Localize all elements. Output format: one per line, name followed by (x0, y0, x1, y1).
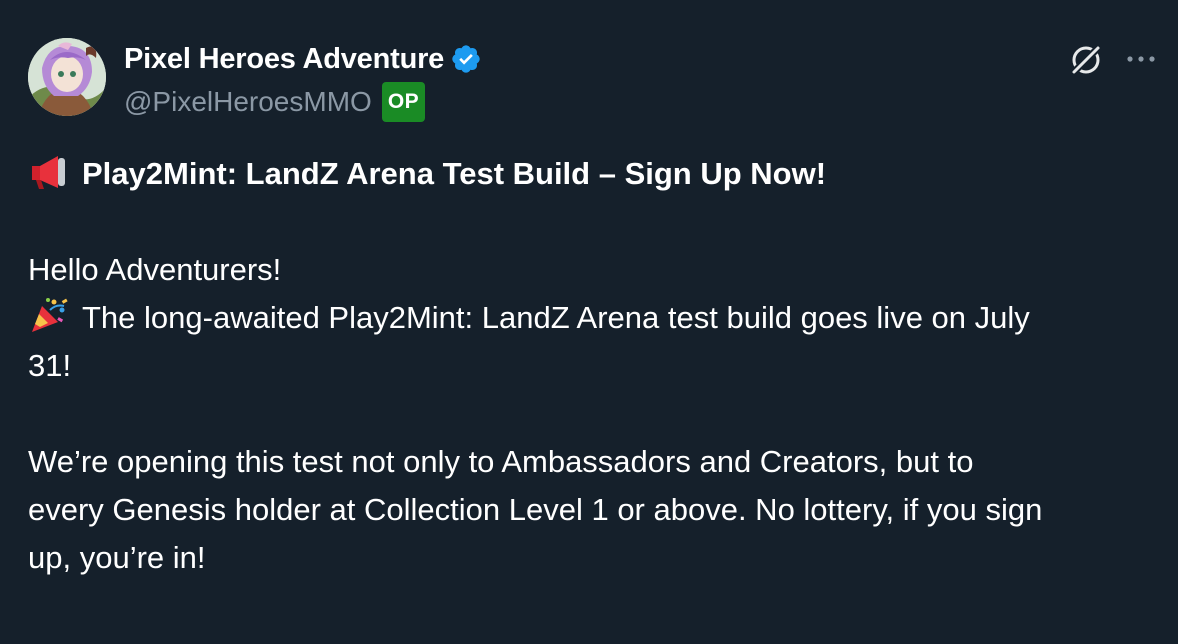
party-popper-icon (32, 298, 68, 332)
author-display-name[interactable]: Pixel Heroes Adventure (124, 43, 444, 76)
grok-icon[interactable] (1068, 42, 1104, 78)
megaphone-icon (32, 156, 65, 189)
author-handle-row: @PixelHeroesMMO OP (124, 82, 426, 122)
avatar-image (28, 38, 106, 116)
post-body: Play2Mint: LandZ Arena Test Build – Sign… (28, 150, 1158, 582)
post-announcement-line: The long-awaited Play2Mint: LandZ Arena … (28, 294, 1158, 342)
op-badge: OP (381, 82, 426, 122)
post-greeting: Hello Adventurers! (28, 252, 282, 287)
post-headline-line: Play2Mint: LandZ Arena Test Build – Sign… (28, 150, 1158, 198)
author-handle[interactable]: @PixelHeroesMMO (124, 86, 372, 118)
more-icon[interactable] (1124, 44, 1158, 74)
verified-badge-icon[interactable] (450, 43, 482, 75)
post-headline: Play2Mint: LandZ Arena Test Build – Sign… (82, 156, 827, 191)
post-announcement-text: The long-awaited Play2Mint: LandZ Arena … (82, 300, 1030, 335)
author-name-row: Pixel Heroes Adventure (124, 40, 482, 78)
post-paragraph-line: We’re opening this test not only to Amba… (28, 444, 974, 479)
post-paragraph-line: every Genesis holder at Collection Level… (28, 492, 1043, 527)
post-paragraph-line: up, you’re in! (28, 540, 206, 575)
avatar[interactable] (28, 38, 106, 116)
post-announcement-cont: 31! (28, 348, 72, 383)
